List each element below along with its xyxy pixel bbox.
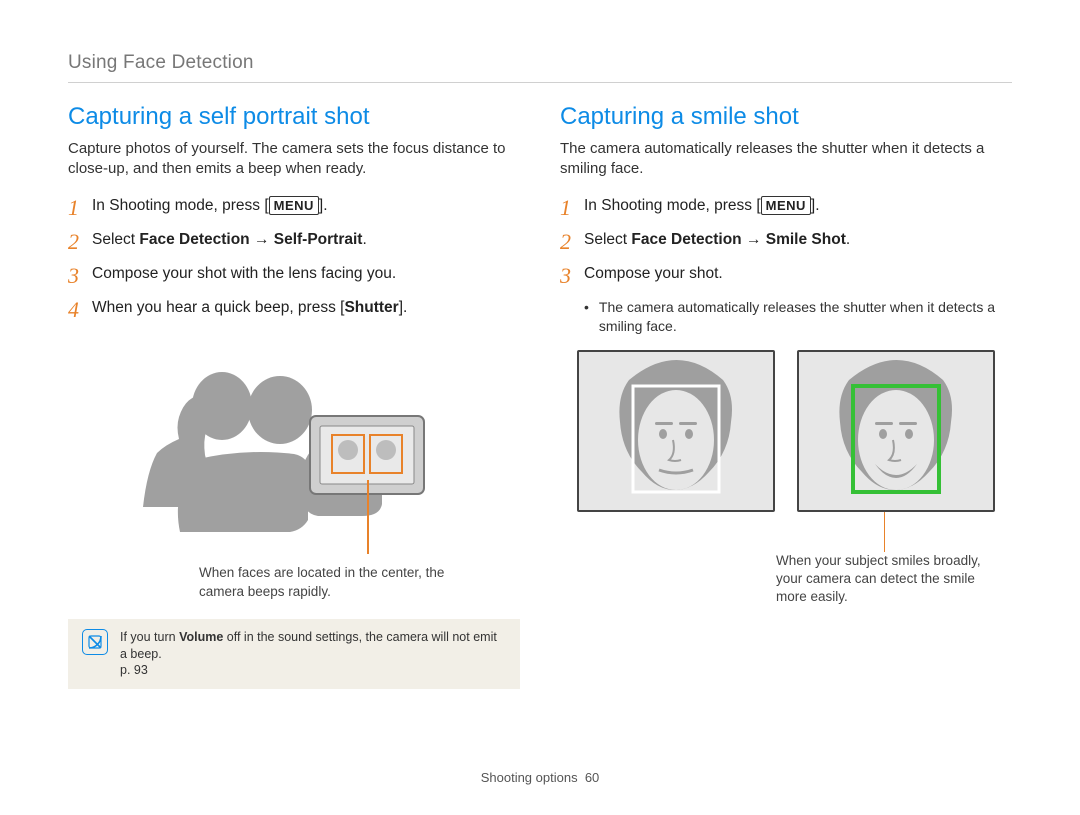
step-number: 4: [68, 298, 92, 322]
step-number: 3: [68, 264, 92, 288]
illustration-caption: When faces are located in the center, th…: [199, 564, 459, 600]
illustration-self-portrait: When faces are located in the center, th…: [68, 340, 520, 600]
step-text: ].: [811, 197, 820, 214]
step-number: 1: [68, 196, 92, 220]
step-text: ].: [399, 299, 408, 316]
illustration-smile-frames: [560, 350, 1012, 512]
note-icon: [82, 629, 108, 655]
step-text: In Shooting mode, press [: [584, 197, 761, 214]
frame-face-smiling: [797, 350, 995, 512]
step-text: Select: [584, 231, 631, 248]
footer-page-number: 60: [585, 770, 599, 785]
step-text: Select: [92, 231, 139, 248]
step-1: 1 In Shooting mode, press [MENU].: [68, 196, 520, 220]
step-text: ].: [319, 197, 328, 214]
footer-section: Shooting options: [481, 770, 578, 785]
page-footer: Shooting options 60: [0, 769, 1080, 787]
intro-smile-shot: The camera automatically releases the sh…: [560, 139, 1012, 180]
step-3: 3 Compose your shot.: [560, 264, 1012, 288]
step-number: 2: [560, 230, 584, 254]
step-number: 3: [560, 264, 584, 288]
frame-face-neutral: [577, 350, 775, 512]
step-text: Compose your shot with the lens facing y…: [92, 264, 396, 285]
step-3: 3 Compose your shot with the lens facing…: [68, 264, 520, 288]
step-number: 2: [68, 230, 92, 254]
menu-button-label: MENU: [761, 196, 811, 216]
col-smile-shot: Capturing a smile shot The camera automa…: [560, 101, 1012, 690]
selfie-illustration-svg: [134, 340, 454, 560]
bullet-icon: •: [584, 298, 589, 336]
step-2: 2 Select Face Detection → Self-Portrait.: [68, 230, 520, 254]
step-1: 1 In Shooting mode, press [MENU].: [560, 196, 1012, 220]
heading-self-portrait: Capturing a self portrait shot: [68, 101, 520, 133]
note-text: If you turn: [120, 630, 179, 644]
breadcrumb: Using Face Detection: [68, 50, 1012, 83]
step-text: In Shooting mode, press [: [92, 197, 269, 214]
step-4: 4 When you hear a quick beep, press [Shu…: [68, 298, 520, 322]
note-text-bold: Volume: [179, 630, 223, 644]
note-page-ref: p. 93: [120, 663, 148, 677]
step-text-bold: Shutter: [344, 299, 398, 316]
step-sub-bullet: • The camera automatically releases the …: [584, 298, 1012, 336]
step-text-bold: Face Detection → Self-Portrait: [139, 231, 362, 248]
intro-self-portrait: Capture photos of yourself. The camera s…: [68, 139, 520, 180]
step-text: Compose your shot.: [584, 264, 723, 285]
heading-smile-shot: Capturing a smile shot: [560, 101, 1012, 133]
step-sub-text: The camera automatically releases the sh…: [599, 298, 1012, 336]
note-box: If you turn Volume off in the sound sett…: [68, 619, 520, 690]
menu-button-label: MENU: [269, 196, 319, 216]
step-text: .: [846, 231, 850, 248]
step-text: .: [362, 231, 366, 248]
step-text-bold: Face Detection → Smile Shot: [631, 231, 845, 248]
pointer-line: [884, 512, 885, 552]
col-self-portrait: Capturing a self portrait shot Capture p…: [68, 101, 520, 690]
step-number: 1: [560, 196, 584, 220]
illustration-caption: When your subject smiles broadly, your c…: [776, 552, 996, 607]
step-text: When you hear a quick beep, press [: [92, 299, 344, 316]
step-2: 2 Select Face Detection → Smile Shot.: [560, 230, 1012, 254]
